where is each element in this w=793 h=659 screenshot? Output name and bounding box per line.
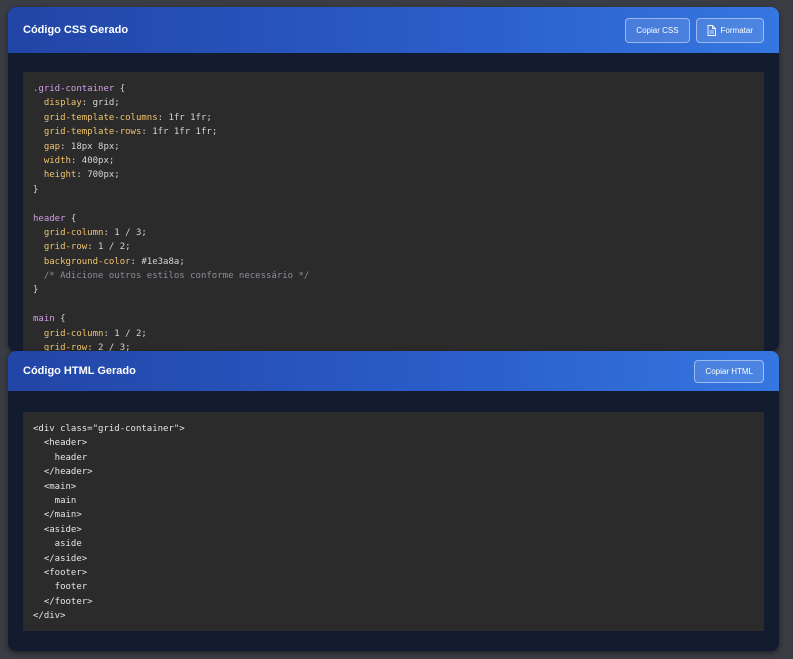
copy-css-button-label: Copiar CSS — [636, 25, 679, 35]
css-token-val: : grid; — [81, 98, 120, 109]
css-token-prop: grid-template-columns — [33, 112, 158, 123]
css-code-line: height: 700px; — [33, 168, 754, 182]
document-icon — [707, 24, 716, 36]
css-code-line: gap: 18px 8px; — [33, 140, 754, 154]
css-code-line: width: 400px; — [33, 154, 754, 168]
css-token-val: : 700px; — [76, 170, 120, 181]
html-code-line: </div> — [33, 611, 66, 622]
css-code-line: grid-row: 2 / 3; — [33, 341, 754, 351]
css-token-comment: /* Adicione outros estilos conforme nece… — [33, 271, 310, 282]
css-code-line: grid-row: 1 / 2; — [33, 240, 754, 254]
css-code-line: main { — [33, 312, 754, 326]
css-token-punc: } — [33, 184, 39, 195]
html-panel-actions: Copiar HTML — [694, 359, 764, 383]
css-code-line: grid-template-rows: 1fr 1fr 1fr; — [33, 125, 754, 139]
css-token-val: : 1fr 1fr; — [157, 112, 212, 123]
css-token-punc: { — [114, 84, 126, 94]
copy-html-button-label: Copiar HTML — [705, 366, 753, 376]
html-panel-header: Código HTML Gerado Copiar HTML — [8, 351, 779, 391]
html-code-line: <div class="grid-container"> — [33, 424, 185, 434]
html-code-line: </footer> — [33, 596, 93, 607]
css-panel-title: Código CSS Gerado — [23, 24, 129, 36]
css-token-prop: grid-row — [33, 242, 88, 253]
css-token-val: : 1 / 3; — [103, 227, 147, 238]
css-token-val: : 400px; — [70, 155, 115, 166]
css-token-prop: width — [33, 155, 71, 166]
css-code-line: } — [33, 283, 754, 297]
css-token-prop: grid-column — [33, 328, 104, 339]
css-token-sel: .grid-container — [33, 84, 115, 94]
html-code-line: <footer> — [33, 567, 88, 578]
css-token-prop: grid-row — [33, 343, 88, 351]
css-code-block[interactable]: .grid-container { display: grid; grid-te… — [23, 72, 764, 351]
css-token-val: : 18px 8px; — [60, 141, 120, 152]
css-token-prop: grid-template-rows — [33, 127, 142, 138]
css-code-line: display: grid; — [33, 96, 754, 110]
css-code-line: header { — [33, 212, 754, 226]
css-token-prop: gap — [33, 141, 61, 152]
html-code-line: main — [33, 495, 77, 506]
html-code-block[interactable]: <div class="grid-container"> <header> he… — [23, 412, 764, 631]
css-token-punc: { — [54, 314, 66, 325]
css-panel-header: Código CSS Gerado Copiar CSS Formatar — [8, 7, 779, 53]
html-code-line: </header> — [33, 467, 93, 478]
css-token-val: : 1fr 1fr 1fr; — [141, 127, 218, 138]
css-code-line: grid-template-columns: 1fr 1fr; — [33, 111, 754, 125]
html-code-line: footer — [33, 582, 88, 593]
css-token-punc: } — [33, 285, 39, 296]
copy-css-button[interactable]: Copiar CSS — [625, 17, 690, 43]
css-token-punc: { — [65, 213, 77, 224]
css-token-val: : 2 / 3; — [87, 343, 131, 351]
css-code-line: grid-column: 1 / 3; — [33, 226, 754, 240]
css-code-line: .grid-container { — [33, 82, 754, 96]
html-code-panel: Código HTML Gerado Copiar HTML <div clas… — [8, 351, 779, 651]
html-panel-title: Código HTML Gerado — [23, 365, 136, 377]
html-code-line: <header> — [33, 438, 88, 449]
css-code-line: grid-column: 1 / 2; — [33, 327, 754, 341]
css-code-line — [33, 197, 754, 211]
html-code-line: </aside> — [33, 553, 88, 564]
copy-html-button[interactable]: Copiar HTML — [694, 359, 764, 383]
css-token-prop: height — [33, 170, 77, 181]
css-code-line: background-color: #1e3a8a; — [33, 255, 754, 269]
css-token-sel: header — [33, 213, 66, 224]
css-token-val: : 1 / 2; — [103, 328, 147, 339]
css-token-prop: display — [33, 98, 82, 109]
html-code-line: <aside> — [33, 524, 82, 535]
css-code-line: /* Adicione outros estilos conforme nece… — [33, 269, 754, 283]
css-token-prop: grid-column — [33, 227, 104, 238]
format-button[interactable]: Formatar — [695, 17, 764, 43]
html-code-line: <main> — [33, 481, 77, 492]
css-token-val: : 1 / 2; — [87, 242, 131, 253]
css-code-panel: Código CSS Gerado Copiar CSS Formatar .g… — [8, 7, 779, 351]
css-code-line — [33, 298, 754, 312]
html-code-line: aside — [33, 539, 82, 550]
css-code-line: } — [33, 183, 754, 197]
format-button-label: Formatar — [720, 25, 753, 35]
html-code-line: header — [33, 452, 88, 463]
css-token-sel: main — [33, 314, 55, 325]
css-panel-actions: Copiar CSS Formatar — [625, 17, 764, 43]
css-token-prop: background-color — [33, 256, 131, 267]
html-code-line: </main> — [33, 510, 82, 521]
css-token-val: : #1e3a8a; — [130, 256, 185, 267]
